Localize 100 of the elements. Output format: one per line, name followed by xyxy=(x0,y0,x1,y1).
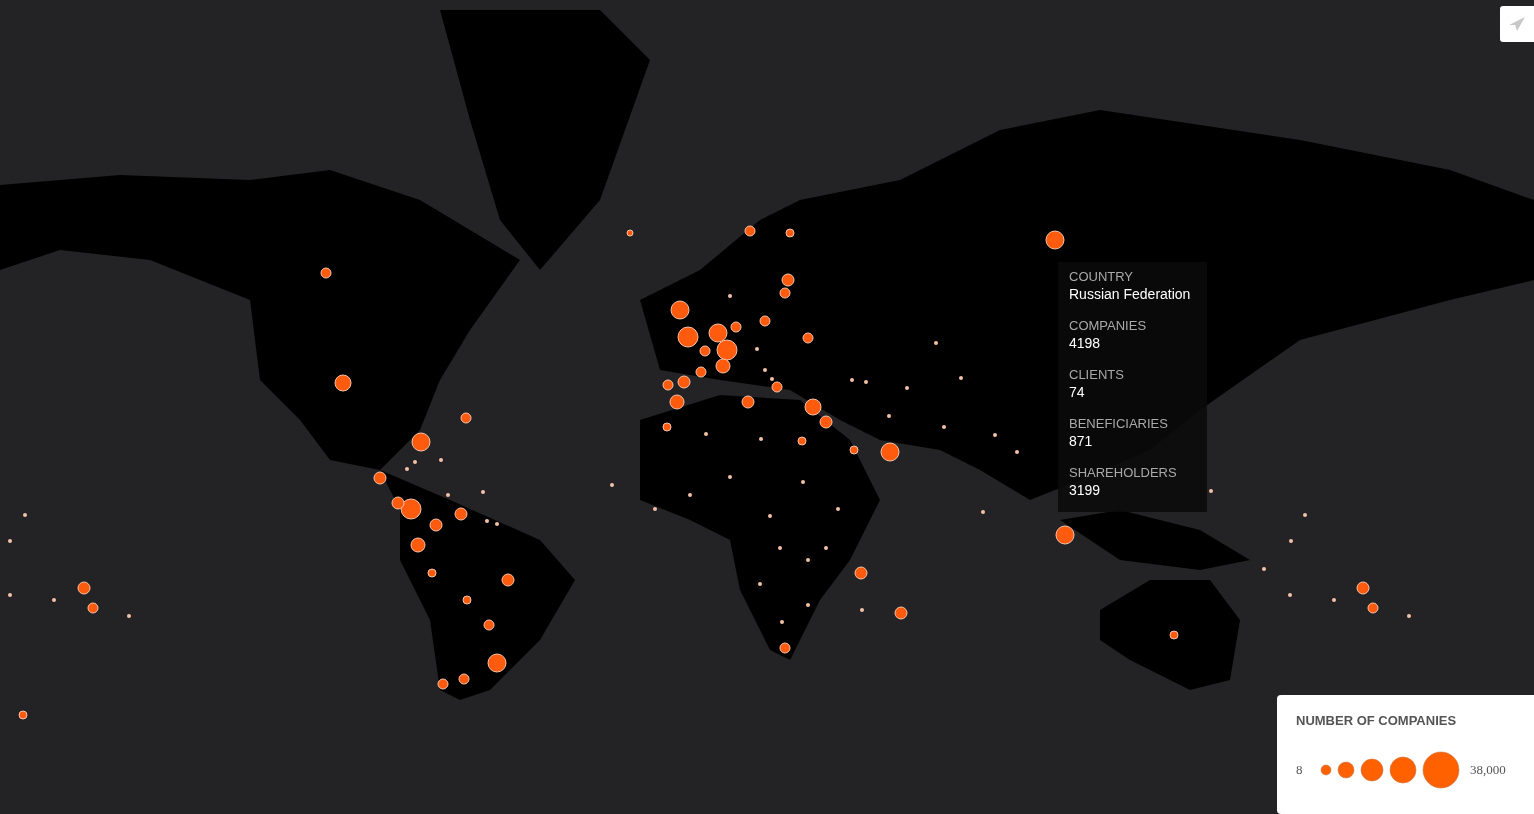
map-dot[interactable] xyxy=(758,582,762,586)
map-dot[interactable] xyxy=(688,493,692,497)
map-bubble[interactable] xyxy=(400,498,422,520)
map-dot[interactable] xyxy=(770,377,774,381)
map-bubble[interactable] xyxy=(670,300,690,320)
map-bubble[interactable] xyxy=(427,568,437,578)
map-bubble[interactable] xyxy=(1367,602,1379,614)
map-dot[interactable] xyxy=(887,414,891,418)
map-dot[interactable] xyxy=(728,475,732,479)
map-bubble[interactable] xyxy=(785,228,795,238)
map-bubble[interactable] xyxy=(699,345,711,357)
map-dot[interactable] xyxy=(981,510,985,514)
map-dot[interactable] xyxy=(23,513,27,517)
map-dot[interactable] xyxy=(405,467,409,471)
map-bubble[interactable] xyxy=(487,653,507,673)
map-bubble[interactable] xyxy=(626,229,634,237)
map-bubble[interactable] xyxy=(411,432,431,452)
map-dot[interactable] xyxy=(1015,450,1019,454)
map-dot[interactable] xyxy=(806,558,810,562)
map-bubble[interactable] xyxy=(483,619,495,631)
map-bubble[interactable] xyxy=(854,566,868,580)
map-bubble[interactable] xyxy=(1169,630,1179,640)
map-dot[interactable] xyxy=(1332,598,1336,602)
map-dot[interactable] xyxy=(806,603,810,607)
map-bubble[interactable] xyxy=(410,537,426,553)
map-bubble[interactable] xyxy=(802,332,814,344)
map-bubble[interactable] xyxy=(715,358,731,374)
map-dot[interactable] xyxy=(959,376,963,380)
map-bubble[interactable] xyxy=(1356,581,1370,595)
map-bubble[interactable] xyxy=(454,507,468,521)
map-bubble[interactable] xyxy=(797,436,807,446)
map-dot[interactable] xyxy=(763,368,767,372)
map-dot[interactable] xyxy=(728,294,732,298)
map-dot[interactable] xyxy=(495,522,499,526)
map-dot[interactable] xyxy=(610,483,614,487)
map-bubble[interactable] xyxy=(662,422,672,432)
map-bubble[interactable] xyxy=(677,326,699,348)
map-dot[interactable] xyxy=(481,490,485,494)
map-bubble[interactable] xyxy=(373,471,387,485)
map-bubble[interactable] xyxy=(501,573,515,587)
map-dot[interactable] xyxy=(52,598,56,602)
map-dot[interactable] xyxy=(864,380,868,384)
map-bubble[interactable] xyxy=(771,381,783,393)
map-bubble[interactable] xyxy=(677,375,691,389)
map-bubble[interactable] xyxy=(1045,230,1065,250)
map-bubble[interactable] xyxy=(460,412,472,424)
map-bubble[interactable] xyxy=(708,323,728,343)
map-dot[interactable] xyxy=(1209,489,1213,493)
map-bubble[interactable] xyxy=(462,595,472,605)
map-dot[interactable] xyxy=(653,507,657,511)
map-bubble[interactable] xyxy=(744,225,756,237)
map-dot[interactable] xyxy=(934,341,938,345)
map-bubble[interactable] xyxy=(669,394,685,410)
map-dot[interactable] xyxy=(439,458,443,462)
map-dot[interactable] xyxy=(1407,614,1411,618)
map-bubble[interactable] xyxy=(741,395,755,409)
map-dot[interactable] xyxy=(1303,513,1307,517)
map-dot[interactable] xyxy=(485,519,489,523)
map-bubble[interactable] xyxy=(391,496,405,510)
map-bubble[interactable] xyxy=(458,673,470,685)
map-bubble[interactable] xyxy=(716,339,738,361)
map-dot[interactable] xyxy=(8,539,12,543)
map-bubble[interactable] xyxy=(779,642,791,654)
map-dot[interactable] xyxy=(942,425,946,429)
map-bubble[interactable] xyxy=(781,273,795,287)
map-dot[interactable] xyxy=(704,432,708,436)
map-dot[interactable] xyxy=(768,514,772,518)
map-bubble[interactable] xyxy=(880,442,900,462)
map-bubble[interactable] xyxy=(1055,525,1075,545)
map-dot[interactable] xyxy=(1288,593,1292,597)
map-bubble[interactable] xyxy=(695,366,707,378)
map-bubble[interactable] xyxy=(18,710,28,720)
map-bubble[interactable] xyxy=(849,445,859,455)
map-dot[interactable] xyxy=(755,347,759,351)
map-dot[interactable] xyxy=(860,608,864,612)
map-bubble[interactable] xyxy=(779,287,791,299)
map-dot[interactable] xyxy=(1262,567,1266,571)
map-dot[interactable] xyxy=(759,437,763,441)
map-bubble[interactable] xyxy=(804,398,822,416)
map-bubble[interactable] xyxy=(662,379,674,391)
map-dot[interactable] xyxy=(780,620,784,624)
map-bubble[interactable] xyxy=(819,415,833,429)
map-dot[interactable] xyxy=(905,386,909,390)
map-dot[interactable] xyxy=(850,378,854,382)
map-dot[interactable] xyxy=(127,614,131,618)
map-dot[interactable] xyxy=(824,546,828,550)
map-dot[interactable] xyxy=(8,593,12,597)
map-bubble[interactable] xyxy=(334,374,352,392)
map-bubble[interactable] xyxy=(894,606,908,620)
map-bubble[interactable] xyxy=(759,315,771,327)
map-bubble[interactable] xyxy=(320,267,332,279)
map-bubble[interactable] xyxy=(730,321,742,333)
map-dot[interactable] xyxy=(836,507,840,511)
map-bubble[interactable] xyxy=(77,581,91,595)
map-bubble[interactable] xyxy=(87,602,99,614)
map-dot[interactable] xyxy=(801,480,805,484)
map-bubble[interactable] xyxy=(437,678,449,690)
map-bubble[interactable] xyxy=(429,518,443,532)
map-dot[interactable] xyxy=(993,433,997,437)
map-dot[interactable] xyxy=(446,493,450,497)
